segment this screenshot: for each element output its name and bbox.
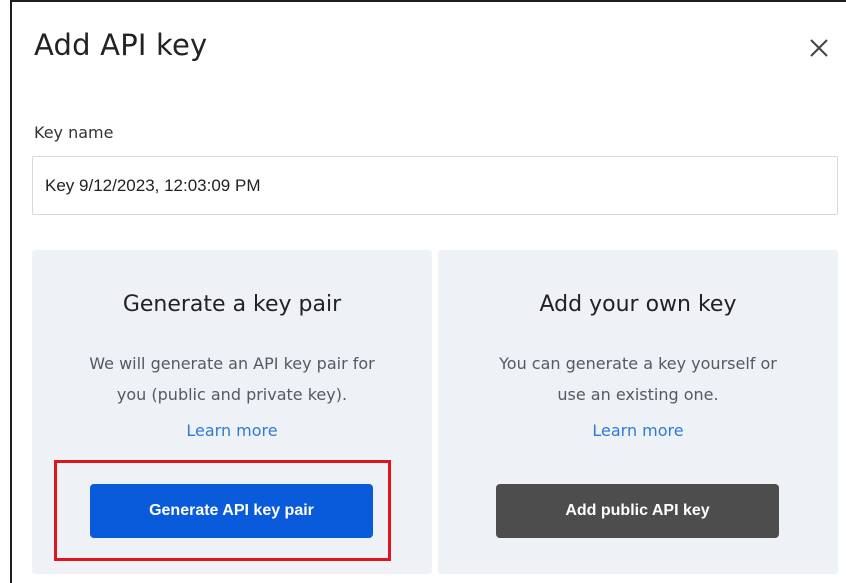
description-line: you (public and private key). xyxy=(116,385,348,404)
panel-description: We will generate an API key pair for you… xyxy=(32,348,432,410)
learn-more-link[interactable]: Learn more xyxy=(32,421,432,440)
generate-key-pair-panel: Generate a key pair We will generate an … xyxy=(32,250,432,574)
close-icon xyxy=(810,39,828,57)
panel-title: Generate a key pair xyxy=(122,292,342,317)
add-public-api-key-button[interactable]: Add public API key xyxy=(496,484,779,538)
key-name-label: Key name xyxy=(34,123,114,142)
description-line: You can generate a key yourself or xyxy=(499,354,777,373)
add-own-key-panel: Add your own key You can generate a key … xyxy=(438,250,838,574)
description-line: use an existing one. xyxy=(557,385,719,404)
description-line: We will generate an API key pair for xyxy=(89,354,375,373)
close-button[interactable] xyxy=(807,36,831,60)
dialog-title: Add API key xyxy=(34,28,208,62)
learn-more-link[interactable]: Learn more xyxy=(438,421,838,440)
add-api-key-dialog: Add API key Key name Generate a key pair… xyxy=(10,0,846,583)
panel-title: Add your own key xyxy=(539,292,737,317)
key-name-input[interactable] xyxy=(32,156,838,215)
generate-api-key-pair-button[interactable]: Generate API key pair xyxy=(90,484,373,538)
panel-description: You can generate a key yourself or use a… xyxy=(438,348,838,410)
